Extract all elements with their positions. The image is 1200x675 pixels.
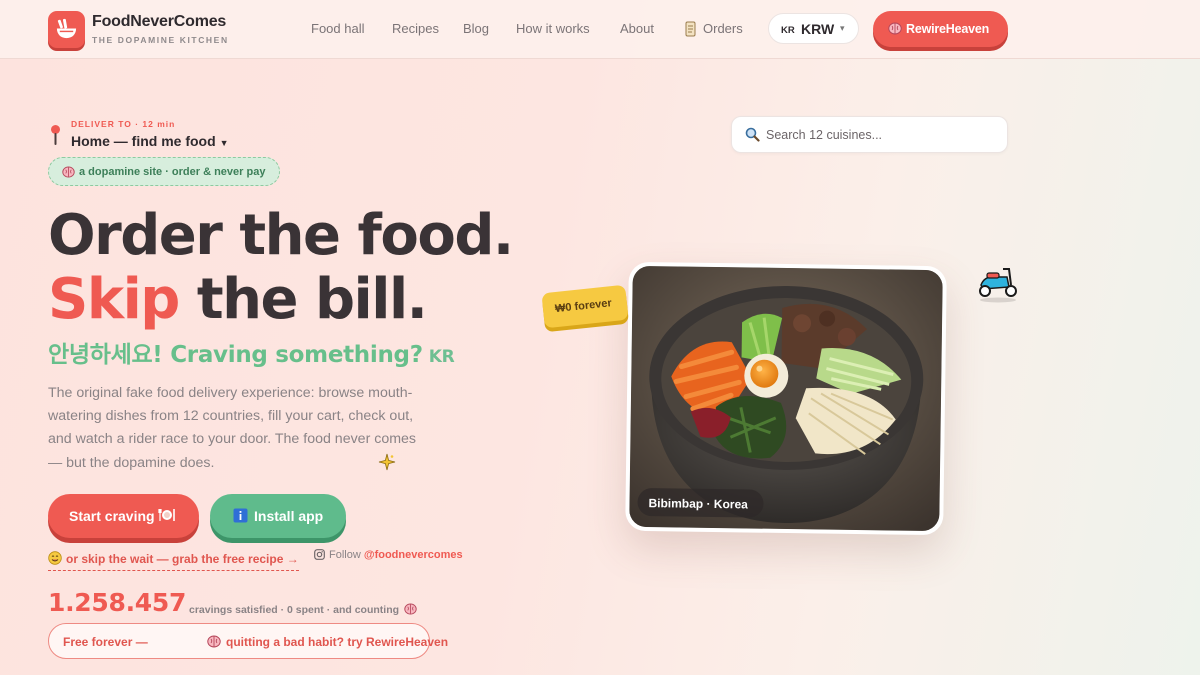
price-tag-text: ₩0 forever [554,297,613,316]
nav-about[interactable]: About [620,21,654,36]
ramen-bowl-icon[interactable] [48,11,85,48]
cravings-counter-label: cravings satisfied · 0 spent · and count… [189,603,417,618]
hero-description-text: The original fake food delivery experien… [48,385,417,471]
scroll-icon [684,21,697,42]
nav-orders[interactable]: Orders [703,21,743,36]
greeting-text: 안녕하세요! Craving something? [48,342,423,368]
start-craving-label: Start craving [69,508,155,524]
brain-icon [207,635,221,651]
free-recipe-link[interactable]: or skip the wait — grab the free recipe … [48,551,299,571]
delivery-location-selector[interactable]: Home — find me food ▼ [71,133,229,149]
hero-description: The original fake food delivery experien… [48,382,420,475]
greeting-country-code: KR [428,347,455,367]
dish-caption-text: Bibimbap · Korea [648,496,748,512]
brand-tagline: THE DOPAMINE KITCHEN [92,35,229,45]
site-header: FoodNeverComes THE DOPAMINE KITCHEN Food… [0,0,1200,59]
plate-cutlery-icon [158,507,176,526]
free-recipe-text: or skip the wait — grab the free recipe … [66,552,299,566]
instagram-icon [314,549,325,563]
promo-text: quitting a bad habit? try RewireHeaven [226,635,449,649]
caret-down-icon: ▼ [219,138,229,148]
price-tag-badge: ₩0 forever [541,284,629,329]
brand-name[interactable]: FoodNeverComes [92,13,226,31]
hero-headline-rest: the bill. [178,267,428,332]
dopamine-site-text: a dopamine site · order & never pay [79,166,266,178]
cuisine-search[interactable] [731,116,1008,153]
start-craving-button[interactable]: Start craving [48,494,199,538]
delivery-location-value: Home — find me food [71,133,216,149]
search-input[interactable] [766,126,996,144]
hero-headline-line2: Skip the bill. [48,265,428,335]
install-app-label: Install app [254,508,324,524]
install-app-button[interactable]: Install app [210,494,346,538]
follow-prefix: Follow [329,549,361,561]
promo-lead: Free forever — [63,635,148,649]
nav-how-it-works[interactable]: How it works [516,21,590,36]
hero-headline-accent: Skip [48,267,180,332]
map-pin-icon [50,124,61,151]
featured-dish-card[interactable]: Bibimbap · Korea [625,261,947,536]
currency-code: KRW [801,21,835,37]
rewire-heaven-promo-link[interactable]: Free forever — quitting a bad habit? try… [48,623,448,659]
info-icon [233,508,248,526]
deliver-to-label: DELIVER TO · 12 min [71,119,176,129]
nav-blog[interactable]: Blog [463,21,489,36]
cravings-counter-text: cravings satisfied · 0 spent · and count… [189,604,400,616]
hero-headline-line1: Order the food. [48,203,514,268]
currency-selector[interactable]: KR KRW ▾ [768,13,859,44]
dish-caption: Bibimbap · Korea [637,487,764,518]
sparkle-icon [378,453,396,479]
brain-icon [888,22,902,38]
currency-country: KR [781,25,795,36]
rewire-heaven-label: RewireHeaven [906,22,990,36]
chevron-down-icon: ▾ [840,23,845,33]
instagram-handle-link[interactable]: @foodnevercomes [364,549,463,561]
nav-food-hall[interactable]: Food hall [311,21,364,36]
yum-face-icon [48,551,62,565]
hero-greeting: 안녕하세요! Craving something? KR [48,335,455,369]
dopamine-site-badge: a dopamine site · order & never pay [48,157,280,186]
instagram-follow: Follow @foodnevercomes [314,549,463,563]
nav-recipes[interactable]: Recipes [392,21,439,36]
brain-icon [404,603,417,618]
cravings-counter: 1.258.457 [48,588,187,617]
search-icon [745,127,760,147]
brain-icon [62,166,75,181]
scooter-icon [973,263,1023,308]
rewire-heaven-button[interactable]: RewireHeaven [873,11,1008,47]
